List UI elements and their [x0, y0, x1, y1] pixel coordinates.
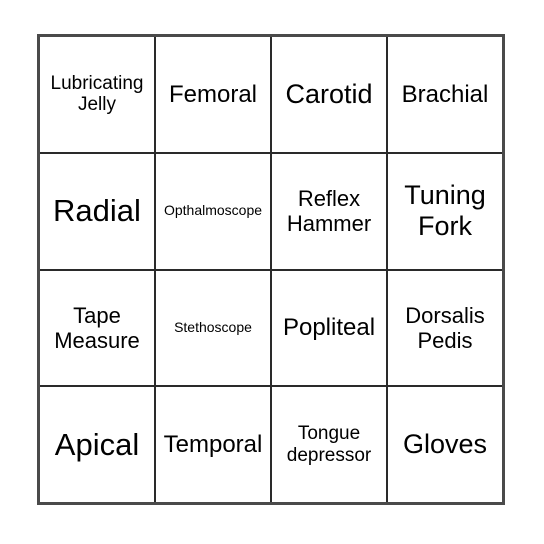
bingo-cell-r1c1[interactable]: Opthalmoscope: [154, 153, 270, 269]
bingo-card: Lubricating Jelly Femoral Carotid Brachi…: [37, 34, 505, 505]
bingo-row: Apical Temporal Tongue depressor Gloves: [40, 385, 502, 502]
bingo-cell-r0c1[interactable]: Femoral: [154, 37, 270, 152]
bingo-row: Tape Measure Stethoscope Popliteal Dorsa…: [40, 268, 502, 386]
bingo-cell-r2c2[interactable]: Popliteal: [270, 270, 386, 386]
bingo-cell-r3c2[interactable]: Tongue depressor: [270, 387, 386, 502]
bingo-cell-r1c0[interactable]: Radial: [40, 154, 154, 269]
bingo-row: Radial Opthalmoscope Reflex Hammer Tunin…: [40, 151, 502, 269]
bingo-cell-r3c0[interactable]: Apical: [40, 387, 154, 502]
bingo-cell-r0c2[interactable]: Carotid: [270, 37, 386, 152]
bingo-row: Lubricating Jelly Femoral Carotid Brachi…: [40, 37, 502, 152]
bingo-cell-r2c0[interactable]: Tape Measure: [40, 271, 154, 386]
bingo-cell-r3c1[interactable]: Temporal: [154, 387, 270, 502]
bingo-cell-r2c3[interactable]: Dorsalis Pedis: [386, 270, 502, 386]
bingo-cell-r3c3[interactable]: Gloves: [386, 387, 502, 502]
bingo-cell-r0c0[interactable]: Lubricating Jelly: [40, 37, 154, 152]
bingo-cell-r1c2[interactable]: Reflex Hammer: [270, 153, 386, 269]
bingo-cell-r0c3[interactable]: Brachial: [386, 37, 502, 152]
bingo-cell-r2c1[interactable]: Stethoscope: [154, 270, 270, 386]
bingo-cell-r1c3[interactable]: Tuning Fork: [386, 153, 502, 269]
